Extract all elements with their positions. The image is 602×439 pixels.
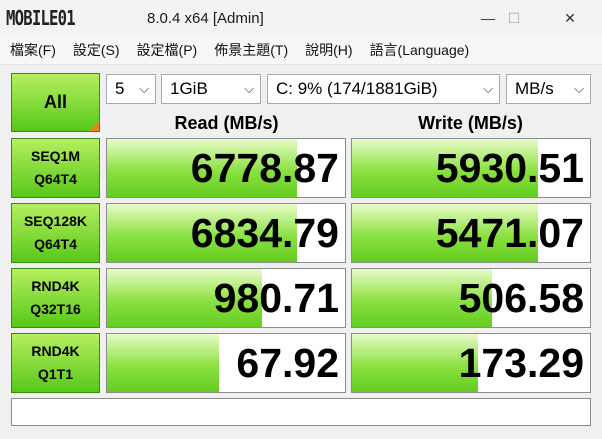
test-count-value: 5 (115, 79, 125, 98)
test-button-rnd4k-q1t1[interactable]: RND4K Q1T1 (11, 333, 100, 393)
menu-profile[interactable]: 設定檔(P) (127, 40, 205, 60)
menu-file[interactable]: 檔案(F) (0, 40, 63, 60)
test-size-select[interactable]: 1GiB ⌵ (161, 74, 261, 104)
close-icon[interactable]: ✕ (547, 0, 593, 36)
write-result-cell: 5930.51 (351, 138, 591, 198)
write-result-cell: 5471.07 (351, 203, 591, 263)
test-name: SEQ1M (30, 148, 80, 164)
read-progress-bar (107, 334, 219, 392)
test-name: RND4K (31, 343, 80, 359)
test-button-seq1m[interactable]: SEQ1M Q64T4 (11, 138, 100, 198)
read-result-cell: 6778.87 (106, 138, 346, 198)
chevron-down-icon: ⌵ (574, 81, 584, 96)
menu-language[interactable]: 語言(Language) (360, 40, 477, 60)
title-bar: MOBILE01 8.0.4 x64 [Admin] — ☐ ✕ (0, 0, 602, 36)
read-result-cell: 6834.79 (106, 203, 346, 263)
run-all-label: All (43, 92, 67, 112)
test-name: SEQ128K (23, 213, 88, 229)
test-button-rnd4k-q32t16[interactable]: RND4K Q32T16 (11, 268, 100, 328)
drive-select[interactable]: C: 9% (174/1881GiB) ⌵ (267, 74, 500, 104)
write-value: 5471.07 (435, 209, 584, 256)
read-value: 6778.87 (190, 144, 339, 191)
menu-help[interactable]: 說明(H) (295, 40, 359, 60)
write-value: 173.29 (458, 339, 584, 386)
app-logo: MOBILE01 (6, 6, 76, 30)
chevron-down-icon: ⌵ (483, 81, 493, 96)
test-size-value: 1GiB (170, 79, 208, 98)
test-params: Q1T1 (37, 366, 73, 382)
test-params: Q64T4 (34, 171, 77, 187)
comment-field[interactable] (11, 398, 591, 426)
read-value: 6834.79 (190, 209, 339, 256)
corner-marker-icon (89, 121, 99, 131)
read-result-cell: 980.71 (106, 268, 346, 328)
maximize-icon[interactable]: ☐ (491, 0, 537, 36)
window-title: 8.0.4 x64 [Admin] (147, 10, 264, 27)
write-result-cell: 173.29 (351, 333, 591, 393)
read-column-header: Read (MB/s) (174, 113, 279, 133)
write-value: 506.58 (458, 274, 584, 321)
test-name: RND4K (31, 278, 80, 294)
run-all-button[interactable]: All (11, 73, 100, 132)
menu-settings[interactable]: 設定(S) (63, 40, 127, 60)
read-result-cell: 67.92 (106, 333, 346, 393)
test-button-seq128k[interactable]: SEQ128K Q64T4 (11, 203, 100, 263)
test-params: Q64T4 (34, 236, 77, 252)
test-count-select[interactable]: 5 ⌵ (106, 74, 156, 104)
write-column-header: Write (MB/s) (418, 113, 523, 133)
read-value: 67.92 (236, 339, 339, 386)
write-value: 5930.51 (435, 144, 584, 191)
chevron-down-icon: ⌵ (244, 81, 254, 96)
menu-theme[interactable]: 佈景主題(T) (204, 40, 295, 60)
menu-bar: 檔案(F) 設定(S) 設定檔(P) 佈景主題(T) 說明(H) 語言(Lang… (0, 36, 602, 65)
drive-value: C: 9% (174/1881GiB) (276, 79, 438, 98)
unit-value: MB/s (515, 79, 554, 98)
test-params: Q32T16 (30, 301, 81, 317)
read-value: 980.71 (213, 274, 339, 321)
write-result-cell: 506.58 (351, 268, 591, 328)
chevron-down-icon: ⌵ (139, 81, 149, 96)
unit-select[interactable]: MB/s ⌵ (506, 74, 591, 104)
